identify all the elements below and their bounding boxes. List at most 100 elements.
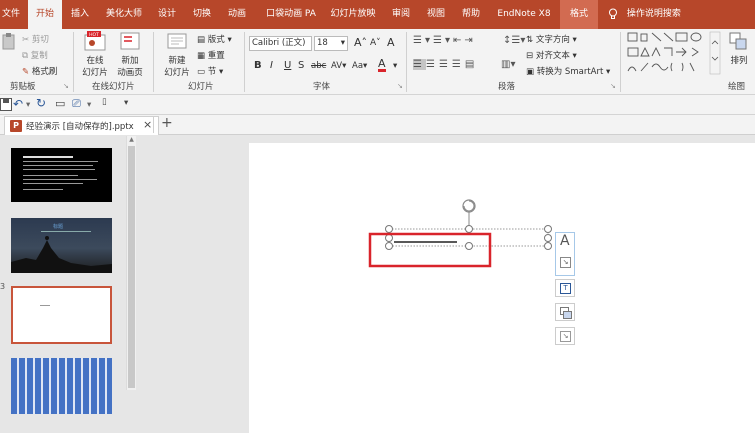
align-buttons[interactable]: ☰☰☰☰▤: [413, 59, 478, 70]
more-options-button[interactable]: ↘: [555, 327, 575, 345]
tab-review[interactable]: 审阅: [389, 0, 413, 29]
grow-font-button[interactable]: A˄: [354, 36, 367, 49]
strikethrough-label: abc: [311, 61, 327, 71]
group-divider: [620, 32, 621, 92]
font-name-value: Calibri (正文): [252, 38, 306, 48]
resize-handle-icon: [544, 242, 552, 250]
tab-file[interactable]: 文件: [0, 0, 22, 29]
paste-button[interactable]: [2, 31, 16, 56]
list-buttons[interactable]: ☰▾☰▾⇤⇥: [413, 35, 476, 46]
selected-line-shape[interactable]: [249, 143, 755, 433]
tab-animations[interactable]: 动画: [225, 0, 249, 29]
smartart-button[interactable]: ▣ 转换为 SmartArt ▾: [526, 65, 610, 77]
document-tab[interactable]: P 经验演示 [自动保存的].pptx ×: [4, 116, 159, 135]
tab-help[interactable]: 帮助: [459, 0, 483, 29]
thumb-text-line: [23, 175, 78, 176]
strikethrough-button[interactable]: abc: [311, 61, 326, 71]
undo-icon[interactable]: ↶: [13, 97, 23, 111]
tab-insert[interactable]: 插入: [68, 0, 92, 29]
online-slides-button[interactable]: HOT 在线 幻灯片: [78, 31, 112, 78]
shadow-button[interactable]: S: [298, 60, 304, 71]
slide-thumbnail-4[interactable]: [11, 358, 112, 414]
shadow-label: S: [298, 60, 305, 71]
columns-button[interactable]: ▥▾: [501, 59, 515, 70]
arrange-label: 排列: [730, 56, 748, 66]
tab-view[interactable]: 视图: [424, 0, 448, 29]
italic-button[interactable]: I: [270, 60, 273, 71]
font-launcher-icon[interactable]: ↘: [397, 82, 403, 90]
paragraph-launcher-icon[interactable]: ↘: [610, 82, 616, 90]
search-label: 操作说明搜索: [626, 9, 681, 19]
reset-button[interactable]: ▦ 重置: [197, 49, 225, 61]
text-style-icon[interactable]: A: [560, 233, 570, 249]
resize-text-icon[interactable]: ↘: [560, 257, 571, 268]
tab-transitions[interactable]: 切换: [190, 0, 214, 29]
chevron-down-icon[interactable]: ▾: [393, 61, 397, 71]
tab-divider: [153, 117, 154, 133]
slide-thumbnail-1[interactable]: [11, 148, 112, 202]
shapes-gallery[interactable]: [626, 31, 721, 78]
new-slide-button[interactable]: 新建 幻灯片: [160, 31, 194, 78]
underline-button[interactable]: U: [284, 60, 291, 71]
tab-home[interactable]: 开始: [28, 0, 62, 29]
smartart-icon: ▣: [526, 67, 535, 77]
align-text-label: 对齐文本: [535, 51, 570, 61]
clipboard-launcher-icon[interactable]: ↘: [63, 82, 69, 90]
add-tab-icon[interactable]: +: [161, 115, 173, 131]
columns-icon: ▥: [501, 59, 511, 70]
new-animation-page-button[interactable]: 新加 动画页: [113, 31, 147, 78]
ribbon-tab-bar: 文件 开始 插入 美化大师 设计 切换 动画 口袋动画 PA 幻灯片放映 审阅 …: [0, 0, 755, 29]
tab-pocket-animation[interactable]: 口袋动画 PA: [264, 0, 318, 29]
format-painter-button[interactable]: ✎ 格式刷: [22, 65, 57, 77]
scrollbar-thumb[interactable]: [128, 146, 135, 388]
line-spacing-button[interactable]: ↕☰▾: [503, 35, 525, 46]
font-name-combobox[interactable]: Calibri (正文): [249, 36, 312, 51]
tab-endnote[interactable]: EndNote X8: [494, 0, 554, 29]
bold-button[interactable]: B: [254, 60, 262, 71]
scroll-up-icon[interactable]: ▲: [128, 136, 135, 144]
close-tab-icon[interactable]: ×: [143, 118, 152, 131]
more-commands-icon[interactable]: ▯: [102, 97, 107, 107]
tab-format[interactable]: 格式: [560, 0, 598, 29]
redo-icon[interactable]: ↻: [36, 96, 46, 110]
save-icon[interactable]: [0, 98, 12, 111]
customize-qat-icon[interactable]: ▾: [124, 98, 128, 108]
change-case-button[interactable]: Aa▾: [352, 61, 367, 71]
document-tab-title: 经验演示 [自动保存的].pptx: [26, 122, 134, 132]
layout-options-panel[interactable]: A ↘: [555, 232, 575, 276]
layout-button[interactable]: ▤ 版式 ▾: [197, 33, 232, 45]
tab-slideshow[interactable]: 幻灯片放映: [329, 0, 377, 29]
chevron-down-icon[interactable]: ▾: [26, 100, 30, 110]
thumbnails-scrollbar[interactable]: ▲: [126, 136, 136, 390]
section-button[interactable]: ▭ 节 ▾: [197, 65, 223, 77]
font-size-combobox[interactable]: 18 ▾: [314, 36, 348, 51]
font-color-button[interactable]: A: [378, 58, 386, 72]
text-box-option-button[interactable]: T: [555, 279, 575, 297]
copy-button[interactable]: ⧉ 复制: [22, 49, 48, 61]
touch-mode-icon[interactable]: ⎚: [72, 97, 81, 111]
tab-design[interactable]: 设计: [155, 0, 179, 29]
bold-label: B: [254, 60, 262, 71]
align-text-button[interactable]: ⊟ 对齐文本 ▾: [526, 49, 577, 61]
new-slide-label: 新建: [168, 56, 186, 66]
cut-button[interactable]: ✂ 剪切: [22, 33, 49, 45]
slide-canvas[interactable]: A ↘ T ↘: [249, 143, 755, 433]
slideshow-from-start-icon[interactable]: ▭: [55, 97, 65, 110]
clear-format-icon: A: [387, 36, 395, 49]
search-box[interactable]: 操作说明搜索: [608, 0, 698, 29]
reset-icon: ▦: [197, 51, 206, 61]
format-shape-button[interactable]: [555, 303, 575, 321]
arrange-button[interactable]: 排列: [723, 31, 755, 66]
clear-format-button[interactable]: A: [387, 36, 395, 49]
char-spacing-button[interactable]: AV▾: [331, 61, 346, 71]
thumb-text-line: [23, 179, 97, 180]
slide-thumbnail-2[interactable]: 标题: [11, 218, 112, 273]
chevron-down-icon[interactable]: ▾: [87, 100, 91, 110]
slide-thumbnail-3-selected[interactable]: [11, 286, 112, 344]
tab-beautify[interactable]: 美化大师: [104, 0, 144, 29]
shrink-font-button[interactable]: A˅: [370, 38, 381, 48]
text-direction-button[interactable]: ⇅ 文字方向 ▾: [526, 33, 577, 45]
layout-label: 版式: [207, 35, 225, 45]
format-painter-label: 格式刷: [31, 67, 58, 77]
copy-icon: ⧉: [22, 51, 29, 61]
